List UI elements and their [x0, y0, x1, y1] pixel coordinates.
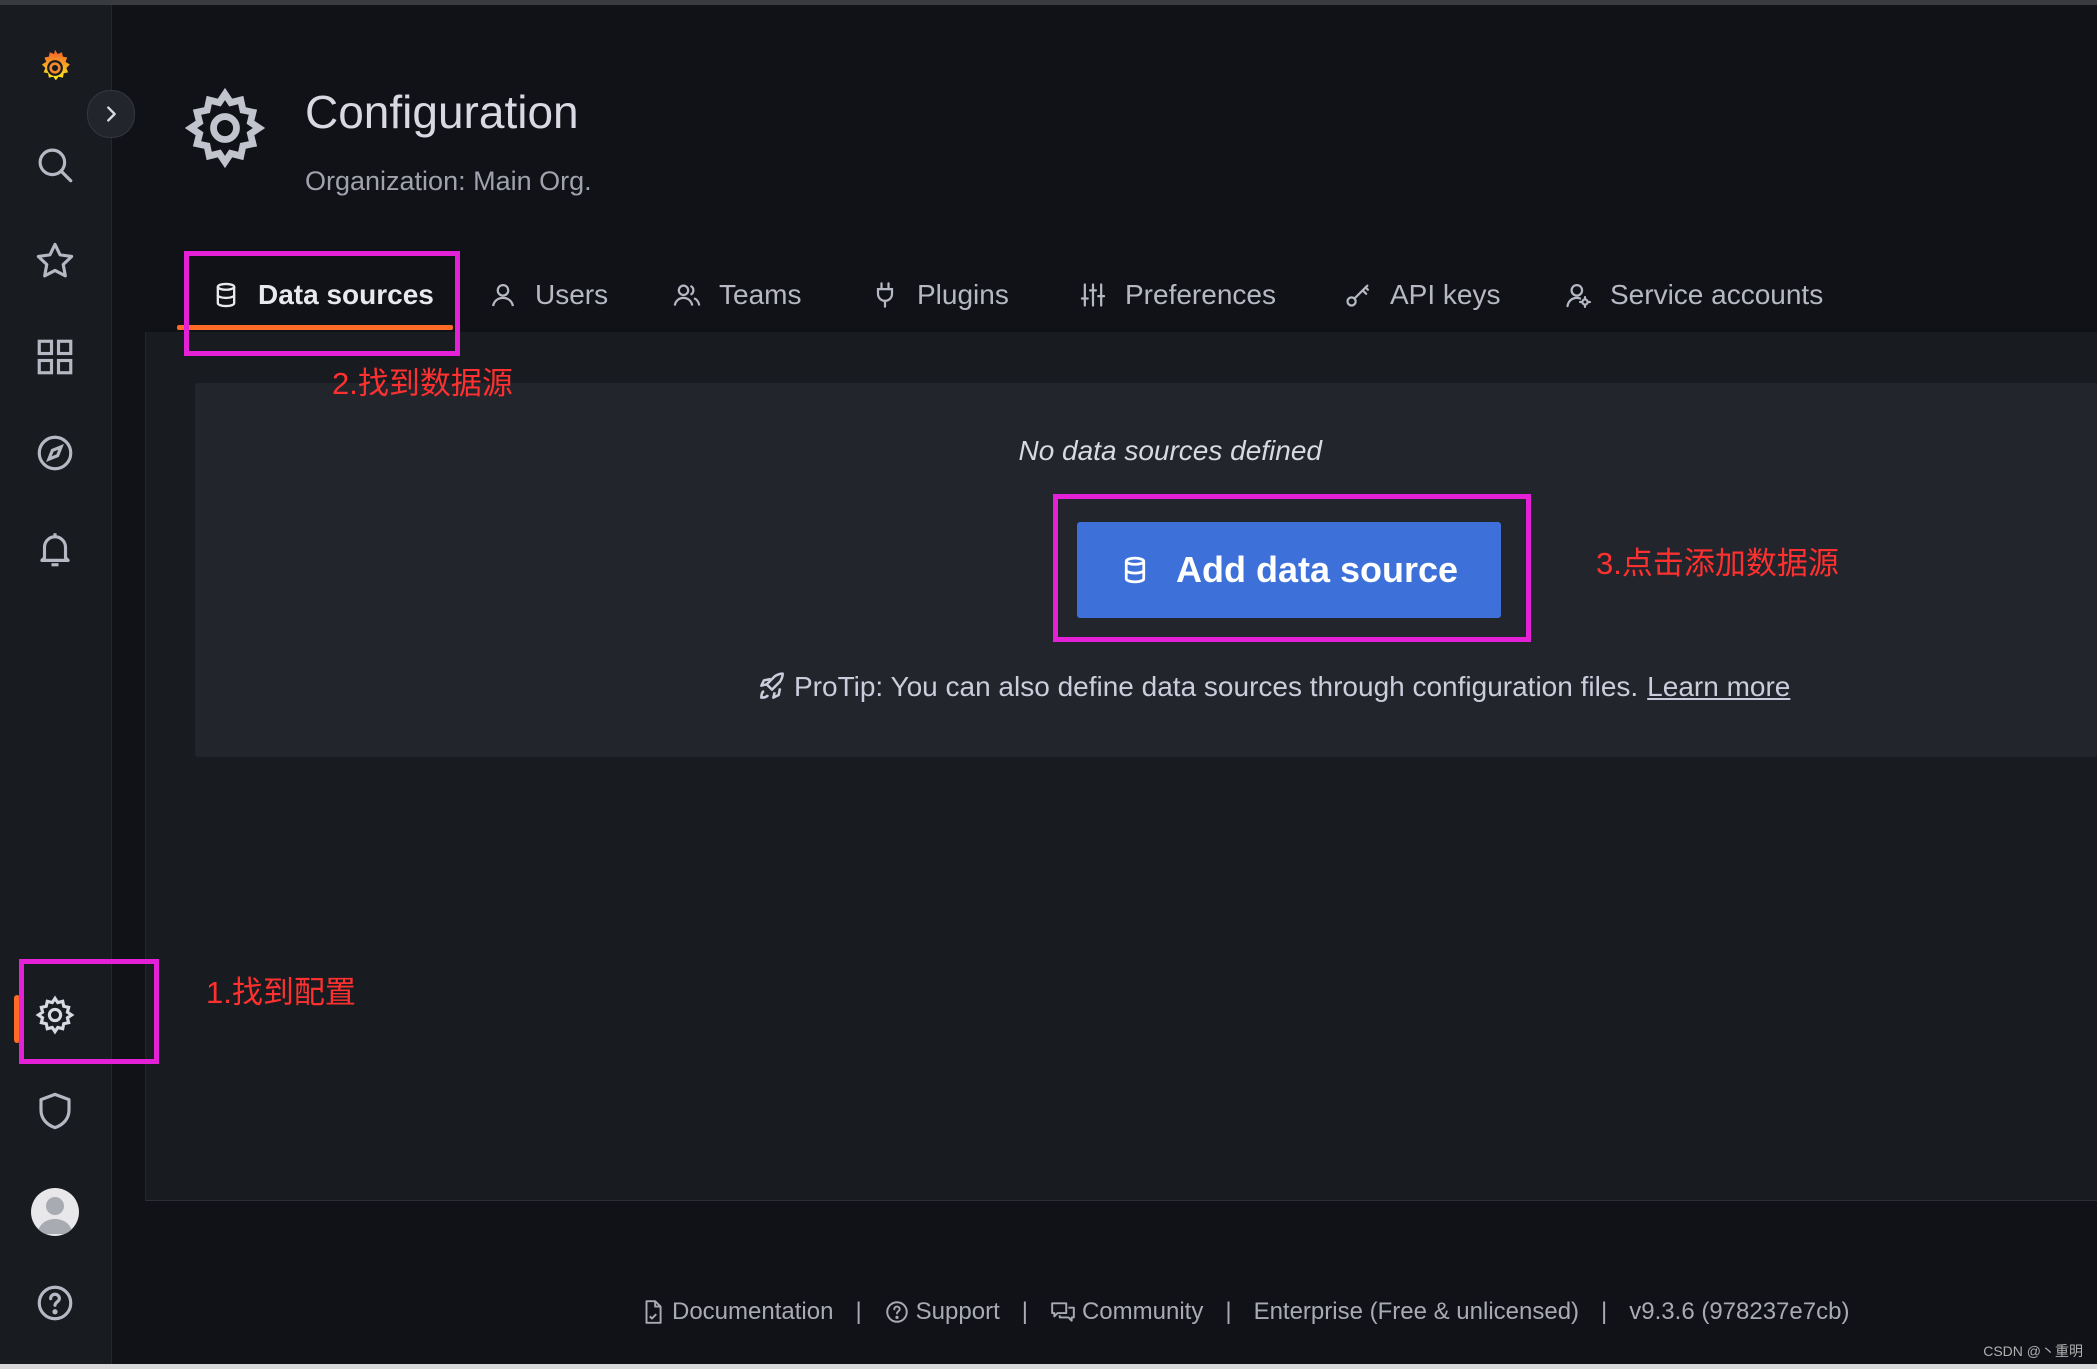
- empty-state-title: No data sources defined: [195, 435, 1383, 467]
- tab-api-keys[interactable]: API keys: [1344, 255, 1500, 335]
- tab-preferences[interactable]: Preferences: [1079, 255, 1276, 335]
- expand-sidebar-button[interactable]: [87, 90, 135, 138]
- search-icon[interactable]: [22, 132, 88, 198]
- tab-label: Plugins: [917, 279, 1009, 310]
- user-icon: [491, 283, 515, 307]
- shield-icon[interactable]: [22, 1078, 88, 1144]
- empty-state-title-text: No data sources defined: [1018, 435, 1322, 466]
- bottom-border: [0, 1364, 2097, 1369]
- service-account-icon: [1566, 283, 1592, 309]
- protip: ProTip: You can also define data sources…: [756, 671, 1790, 703]
- footer-community-label: Community: [1081, 1298, 1204, 1325]
- grafana-logo-icon-svg: [41, 49, 70, 81]
- plug-icon: [876, 282, 894, 308]
- question-circle-icon: [885, 1301, 908, 1323]
- annotation-step-2: 2.找到数据源: [332, 366, 513, 401]
- footer-support-link[interactable]: Support: [884, 1298, 1000, 1326]
- comments-icon: [1051, 1302, 1075, 1322]
- annotation-box-add-button: [1053, 494, 1531, 642]
- tab-label: Preferences: [1125, 279, 1276, 310]
- footer-support-label: Support: [915, 1298, 1000, 1325]
- annotation-step-3: 3.点击添加数据源: [1596, 546, 1839, 581]
- sliders-icon: [1080, 283, 1106, 307]
- footer-separator: |: [1021, 1298, 1028, 1325]
- rocket-icon: [760, 672, 784, 699]
- annotation-box-configuration: [19, 959, 159, 1064]
- footer-enterprise-link[interactable]: Enterprise (Free & unlicensed): [1254, 1298, 1579, 1326]
- user-avatar[interactable]: [31, 1188, 79, 1236]
- footer: Documentation | Support | Community | En…: [640, 1298, 1849, 1326]
- tab-label: Service accounts: [1610, 279, 1824, 310]
- annotation-step-1: 1.找到配置: [206, 975, 356, 1010]
- help-icon[interactable]: [22, 1270, 88, 1336]
- dashboards-icon[interactable]: [22, 324, 88, 390]
- star-icon[interactable]: [22, 228, 88, 294]
- annotation-box-data-sources: [184, 251, 460, 356]
- page-title: Configuration: [305, 86, 579, 138]
- learn-more-link[interactable]: Learn more: [1647, 671, 1790, 703]
- tab-label: Teams: [719, 279, 802, 310]
- watermark: CSDN @丶重明: [1983, 1343, 2083, 1359]
- chevron-right-icon: [107, 106, 116, 122]
- footer-separator: |: [1601, 1298, 1608, 1325]
- configuration-page-gear-icon: [184, 87, 266, 169]
- footer-version-label: v9.3.6 (978237e7cb): [1629, 1298, 1850, 1325]
- top-border: [0, 0, 2097, 5]
- footer-documentation-label: Documentation: [672, 1298, 834, 1325]
- footer-documentation-link[interactable]: Documentation: [640, 1298, 833, 1326]
- footer-community-link[interactable]: Community: [1050, 1298, 1203, 1326]
- tab-label: API keys: [1390, 279, 1501, 310]
- tab-service-accounts[interactable]: Service accounts: [1564, 255, 1823, 335]
- page-subtitle: Organization: Main Org.: [305, 166, 592, 196]
- tab-teams[interactable]: Teams: [673, 255, 801, 335]
- tab-label: Users: [535, 279, 609, 310]
- explore-compass-icon[interactable]: [22, 420, 88, 486]
- protip-text: ProTip: You can also define data sources…: [794, 671, 1639, 702]
- footer-enterprise-label: Enterprise (Free & unlicensed): [1253, 1298, 1580, 1325]
- footer-version: v9.3.6 (978237e7cb): [1629, 1298, 1849, 1326]
- document-icon: [645, 1300, 662, 1324]
- grafana-logo-icon[interactable]: [22, 35, 88, 101]
- tab-users[interactable]: Users: [489, 255, 608, 335]
- key-icon: [1346, 284, 1370, 307]
- footer-separator: |: [855, 1298, 862, 1325]
- footer-separator: |: [1225, 1298, 1232, 1325]
- tab-plugins[interactable]: Plugins: [871, 255, 1009, 335]
- bell-icon[interactable]: [22, 516, 88, 582]
- users-icon: [673, 284, 701, 306]
- sidebar: [0, 5, 112, 1364]
